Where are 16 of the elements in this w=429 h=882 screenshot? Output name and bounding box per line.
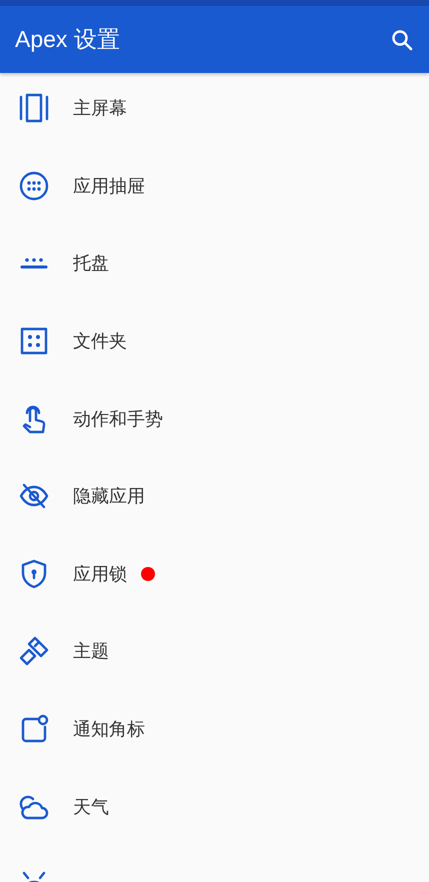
app-title: Apex 设置	[15, 25, 120, 54]
menu-item[interactable]: 动作和手势	[0, 383, 429, 461]
menu-item[interactable]: 通知角标	[0, 694, 429, 772]
menu-item[interactable]: 托盘	[0, 228, 429, 306]
app-grid-icon	[18, 170, 50, 202]
menu-item[interactable]: 主题	[0, 616, 429, 694]
menu-item[interactable]: 天气	[0, 771, 429, 849]
menu-item[interactable]: 应用抽屉	[0, 150, 429, 228]
menu-item[interactable]: 应用锁	[0, 538, 429, 616]
search-icon	[390, 28, 414, 52]
menu-item[interactable]: 文件夹	[0, 306, 429, 384]
dock-icon	[18, 257, 50, 270]
phone-pages-icon	[18, 92, 50, 124]
paint-brush-icon	[18, 635, 50, 668]
menu-item[interactable]: 主屏幕	[0, 73, 429, 151]
menu-item[interactable]: 隐藏应用	[0, 460, 429, 539]
